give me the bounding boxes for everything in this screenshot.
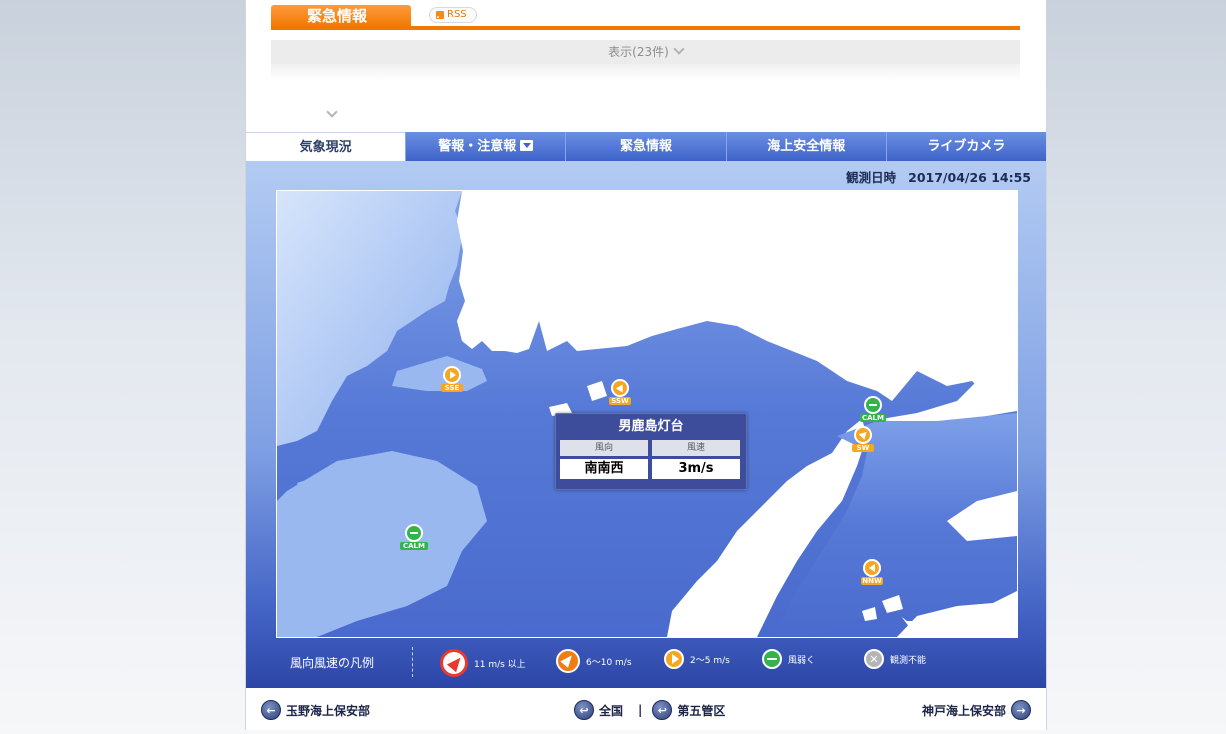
station-code: CALM (860, 414, 886, 422)
arrow-2-5-icon (854, 426, 872, 444)
legend: 風向風速の凡例 11 m/s 以上 6〜10 m/s 2〜5 m/s 風弱く ✕… (246, 639, 1046, 688)
popup-speed-header: 風速 (652, 440, 740, 456)
tab-live-camera[interactable]: ライブカメラ (885, 132, 1047, 161)
region-links: ↩ 全国 | ↩ 第五管区 (574, 700, 730, 720)
observation-time: 観測日時 2017/04/26 14:55 (846, 167, 1031, 186)
prev-office-link[interactable]: ← 玉野海上保安部 (261, 700, 375, 720)
page: 緊急情報 RSS 表示(23件) 気象現況 警報・注意報 緊急情報 海上安全情報… (245, 0, 1047, 730)
observation-label: 観測日時 (846, 170, 897, 185)
calm-icon (405, 524, 423, 542)
arrow-11-icon (440, 649, 468, 677)
legend-title: 風向風速の凡例 (290, 656, 375, 670)
arrow-right-icon: → (1011, 700, 1031, 720)
station-marker[interactable]: CALM (400, 524, 428, 550)
tab-weather[interactable]: 気象現況 (246, 132, 406, 161)
arrow-2-5-icon (611, 379, 629, 397)
prev-office-label: 玉野海上保安部 (286, 703, 371, 718)
region-link[interactable]: ↩ 第五管区 (652, 700, 730, 720)
station-marker[interactable]: SSE (441, 366, 463, 392)
tab-maritime-safety[interactable]: 海上安全情報 (725, 132, 886, 161)
chevron-down-icon (673, 43, 685, 55)
emergency-toggle-label: 表示(23件) (608, 45, 669, 59)
emergency-title: 緊急情報 (271, 5, 411, 28)
unavailable-icon: ✕ (864, 649, 884, 669)
tab-label: 海上安全情報 (767, 139, 846, 154)
next-office-label: 神戸海上保安部 (921, 703, 1006, 718)
legend-label: 2〜5 m/s (690, 655, 730, 666)
observation-datetime: 2017/04/26 14:55 (908, 170, 1031, 185)
dropdown-icon (520, 140, 534, 151)
popup-title: 男鹿島灯台 (618, 419, 684, 434)
popup-table: 風向 風速 南南西 3m/s (556, 440, 746, 479)
wind-map[interactable]: SSE SSW CALM SW CALM NNW 男鹿島灯台 風向 風速 南南西… (276, 190, 1018, 638)
legend-item: ✕ 観測不能 (864, 649, 926, 669)
nationwide-link[interactable]: ↩ 全国 (574, 700, 628, 720)
next-office-link[interactable]: 神戸海上保安部 → (917, 700, 1031, 720)
weather-panel: 観測日時 2017/04/26 14:55 SSE SSW CALM SW CA… (246, 161, 1046, 688)
arrow-left-icon: ← (261, 700, 281, 720)
calm-icon (864, 396, 882, 414)
tab-warnings[interactable]: 警報・注意報 (405, 132, 566, 161)
arrow-2-5-icon (863, 559, 881, 577)
legend-label: 風弱く (788, 655, 816, 666)
station-marker[interactable]: SSW (609, 379, 631, 405)
station-marker[interactable]: SW (852, 426, 874, 452)
arrow-2-5-icon (664, 649, 684, 669)
footer-nav: ← 玉野海上保安部 ↩ 全国 | ↩ 第五管区 神戸海上保安部 → (246, 688, 1046, 730)
chevron-down-icon[interactable] (326, 106, 338, 118)
legend-label: 11 m/s 以上 (474, 659, 526, 670)
station-code: CALM (400, 542, 428, 550)
station-marker[interactable]: NNW (861, 559, 883, 585)
legend-item: 11 m/s 以上 (440, 649, 526, 677)
divider (271, 64, 1020, 82)
station-popup: 男鹿島灯台 風向 風速 南南西 3m/s (555, 413, 747, 490)
rss-link[interactable]: RSS (429, 7, 477, 23)
rss-icon (436, 11, 444, 19)
return-icon: ↩ (652, 700, 673, 720)
legend-divider (412, 647, 413, 677)
rss-label: RSS (447, 9, 467, 20)
islet (992, 516, 1014, 534)
tab-label: 警報・注意報 (438, 139, 517, 154)
station-code: SW (852, 444, 874, 452)
tab-label: ライブカメラ (927, 139, 1006, 154)
popup-dir-value: 南南西 (560, 459, 648, 479)
station-marker[interactable]: CALM (860, 396, 886, 422)
emergency-toggle[interactable]: 表示(23件) (271, 40, 1020, 64)
tab-bar: 気象現況 警報・注意報 緊急情報 海上安全情報 ライブカメラ (246, 132, 1047, 161)
popup-speed-value: 3m/s (652, 459, 740, 479)
calm-icon (762, 649, 782, 669)
region-label: 第五管区 (677, 703, 726, 718)
separator: | (638, 703, 643, 717)
legend-label: 6〜10 m/s (586, 657, 632, 668)
station-code: SSW (609, 397, 631, 405)
arrow-2-5-icon (443, 366, 461, 384)
tab-label: 気象現況 (299, 140, 352, 155)
tab-label: 緊急情報 (620, 139, 673, 154)
legend-item: 6〜10 m/s (556, 649, 632, 673)
arrow-6-10-icon (556, 649, 580, 673)
station-code: SSE (441, 384, 463, 392)
legend-item: 2〜5 m/s (664, 649, 730, 669)
legend-label: 観測不能 (890, 655, 927, 666)
nationwide-label: 全国 (599, 703, 624, 718)
emergency-underline (271, 26, 1020, 30)
tab-emergency[interactable]: 緊急情報 (565, 132, 726, 161)
popup-dir-header: 風向 (560, 440, 648, 456)
station-code: NNW (861, 577, 883, 585)
return-icon: ↩ (574, 700, 594, 720)
legend-item: 風弱く (762, 649, 815, 669)
